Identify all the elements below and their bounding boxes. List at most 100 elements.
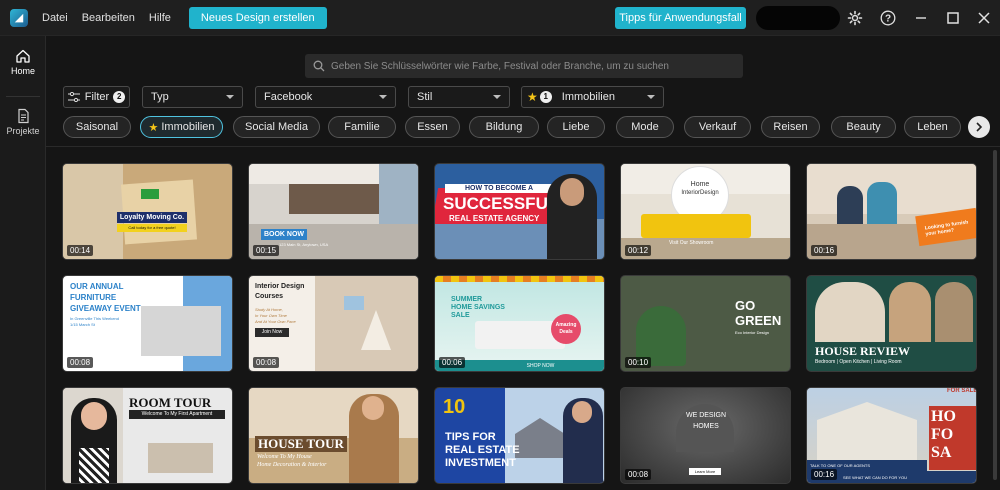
chip-label: Immobilien [161, 121, 215, 133]
card-line-2: HOMES [693, 423, 719, 430]
search-icon [313, 60, 325, 72]
card-number: 10 [443, 396, 466, 418]
menu-edit[interactable]: Bearbeiten [82, 12, 135, 24]
card-subtitle: Call today for a free quote! [117, 224, 187, 232]
card-line-2: FURNITURE [70, 293, 117, 302]
gear-icon[interactable] [846, 9, 864, 27]
industry-count-badge: 1 [539, 91, 552, 103]
chip-bildung[interactable]: Bildung [469, 116, 539, 138]
card-top: FOR SALE [947, 388, 977, 394]
chip-beauty[interactable]: Beauty [831, 116, 896, 138]
menu-file[interactable]: Datei [42, 12, 68, 24]
template-card[interactable]: OUR ANNUAL FURNITURE GIVEAWAY EVENT In G… [62, 275, 233, 372]
sign-line-1: HO [931, 408, 956, 425]
yellow-sofa [641, 214, 751, 238]
chip-saisonal[interactable]: Saisonal [63, 116, 131, 138]
template-card[interactable]: HOUSE REVIEW Bedroom | Open Kitchen | Li… [806, 275, 977, 372]
card-sub-1: Welcome To My House [257, 454, 312, 460]
scrollbar[interactable] [993, 150, 997, 480]
chip-familie[interactable]: Familie [328, 116, 396, 138]
template-card[interactable]: 10 TIPS FOR REAL ESTATE INVESTMENT [434, 387, 605, 484]
chip-social-media[interactable]: Social Media [233, 116, 320, 138]
card-line-3: GIVEAWAY EVENT [70, 304, 141, 313]
card-line-3: REAL ESTATE AGENCY [449, 214, 540, 223]
card-cta: Join Now [255, 328, 289, 337]
card-badge-2: Deals [559, 329, 573, 335]
chip-liebe[interactable]: Liebe [547, 116, 605, 138]
menu-help[interactable]: Hilfe [149, 12, 171, 24]
sign-line-2: FO [931, 426, 954, 443]
duration-badge: 00:06 [439, 357, 466, 368]
tips-button[interactable]: Tipps für Anwendungsfall [615, 7, 746, 29]
chip-essen[interactable]: Essen [405, 116, 460, 138]
help-icon[interactable]: ? [879, 9, 897, 27]
card-line-3: INVESTMENT [445, 457, 516, 469]
chip-reisen[interactable]: Reisen [761, 116, 820, 138]
duration-badge: 00:08 [253, 357, 280, 368]
chip-immobilien[interactable]: ★ Immobilien [140, 116, 223, 138]
platform-dropdown[interactable]: Facebook [255, 86, 396, 108]
account-avatar[interactable] [756, 6, 840, 30]
duration-badge: 00:14 [67, 245, 94, 256]
card-line-3: SALE [451, 312, 470, 319]
style-dropdown[interactable]: Stil [408, 86, 510, 108]
search-input[interactable] [331, 60, 731, 72]
search-bar[interactable] [305, 54, 743, 78]
template-card[interactable]: Looking to furnish your home? 00:16 [806, 163, 977, 260]
star-icon: ★ [148, 121, 159, 134]
duration-badge: 00:16 [811, 245, 838, 256]
svg-text:?: ? [885, 14, 891, 25]
template-card[interactable]: WE DESIGN HOMES Learn More 00:08 [620, 387, 791, 484]
sidebar-item-projects[interactable]: Projekte [0, 108, 46, 136]
close-icon[interactable] [975, 9, 993, 27]
template-card[interactable]: Interior Design Courses Study At Home, I… [248, 275, 419, 372]
moving-logo-icon [141, 189, 159, 199]
card-sub-1: In Greenville This Weekend [70, 316, 119, 321]
duration-badge: 00:08 [67, 357, 94, 368]
card-line-2: GREEN [735, 313, 782, 328]
platform-dropdown-label: Facebook [264, 91, 313, 103]
card-line-2: SUCCESSFUL [443, 194, 559, 213]
home-icon [16, 49, 30, 63]
industry-dropdown[interactable]: ★ 1 Immobilien [521, 86, 664, 108]
chip-leben[interactable]: Leben [904, 116, 961, 138]
template-card[interactable]: ROOM TOUR Welcome To My First Apartment [62, 387, 233, 484]
card-badge-1: Amazing [555, 322, 577, 328]
card-title: Loyalty Moving Co. [117, 212, 187, 223]
card-title: HOUSE REVIEW [815, 344, 911, 358]
sidebar-item-home[interactable]: Home [0, 48, 46, 76]
chevron-right-icon [976, 122, 983, 132]
card-title: BOOK NOW [261, 229, 307, 240]
chevron-down-icon [493, 95, 501, 99]
card-sub-2: In Your Own Time [255, 313, 287, 318]
card-line-1: OUR ANNUAL [70, 282, 124, 291]
sidebar-item-label: Home [10, 66, 35, 76]
template-card[interactable]: HOW TO BECOME A SUCCESSFUL REAL ESTATE A… [434, 163, 605, 260]
card-sub-2: 1/15 March St [70, 322, 95, 327]
app-logo-icon: ◢ [10, 8, 28, 27]
minimize-icon[interactable] [912, 9, 930, 27]
template-card[interactable]: HOUSE TOUR Welcome To My House Home Deco… [248, 387, 419, 484]
template-card[interactable]: SUMMER HOME SAVINGS SALE Amazing Deals S… [434, 275, 605, 372]
sidebar: Home Projekte [0, 36, 46, 490]
new-design-button[interactable]: Neues Design erstellen [188, 6, 327, 29]
card-subtitle: Bedroom | Open Kitchen | Living Room [815, 359, 902, 365]
template-card[interactable]: BOOK NOW 123 Main St, Anytown, USA 00:15 [248, 163, 419, 260]
card-line-2: HOME SAVINGS [451, 304, 505, 311]
chevron-down-icon [226, 95, 234, 99]
type-dropdown[interactable]: Typ [142, 86, 243, 108]
chips-next-button[interactable] [968, 116, 990, 138]
template-card[interactable]: Home InteriorDesign Visit Our Showroom 0… [620, 163, 791, 260]
maximize-icon[interactable] [944, 9, 962, 27]
chip-verkauf[interactable]: Verkauf [684, 116, 751, 138]
template-card[interactable]: Loyalty Moving Co. Call today for a free… [62, 163, 233, 260]
document-icon [18, 108, 29, 124]
template-card[interactable]: GO GREEN Eco Interior Design 00:10 [620, 275, 791, 372]
template-card[interactable]: FOR SALE HO FO SA TALK TO ONE OF OUR AGE… [806, 387, 977, 484]
card-line-1: Home [690, 181, 710, 188]
duration-badge: 00:08 [625, 469, 652, 480]
chip-mode[interactable]: Mode [616, 116, 674, 138]
card-line-2: Courses [255, 293, 284, 300]
card-line-1: WE DESIGN [685, 412, 727, 419]
filter-button[interactable]: Filter 2 [63, 86, 130, 108]
